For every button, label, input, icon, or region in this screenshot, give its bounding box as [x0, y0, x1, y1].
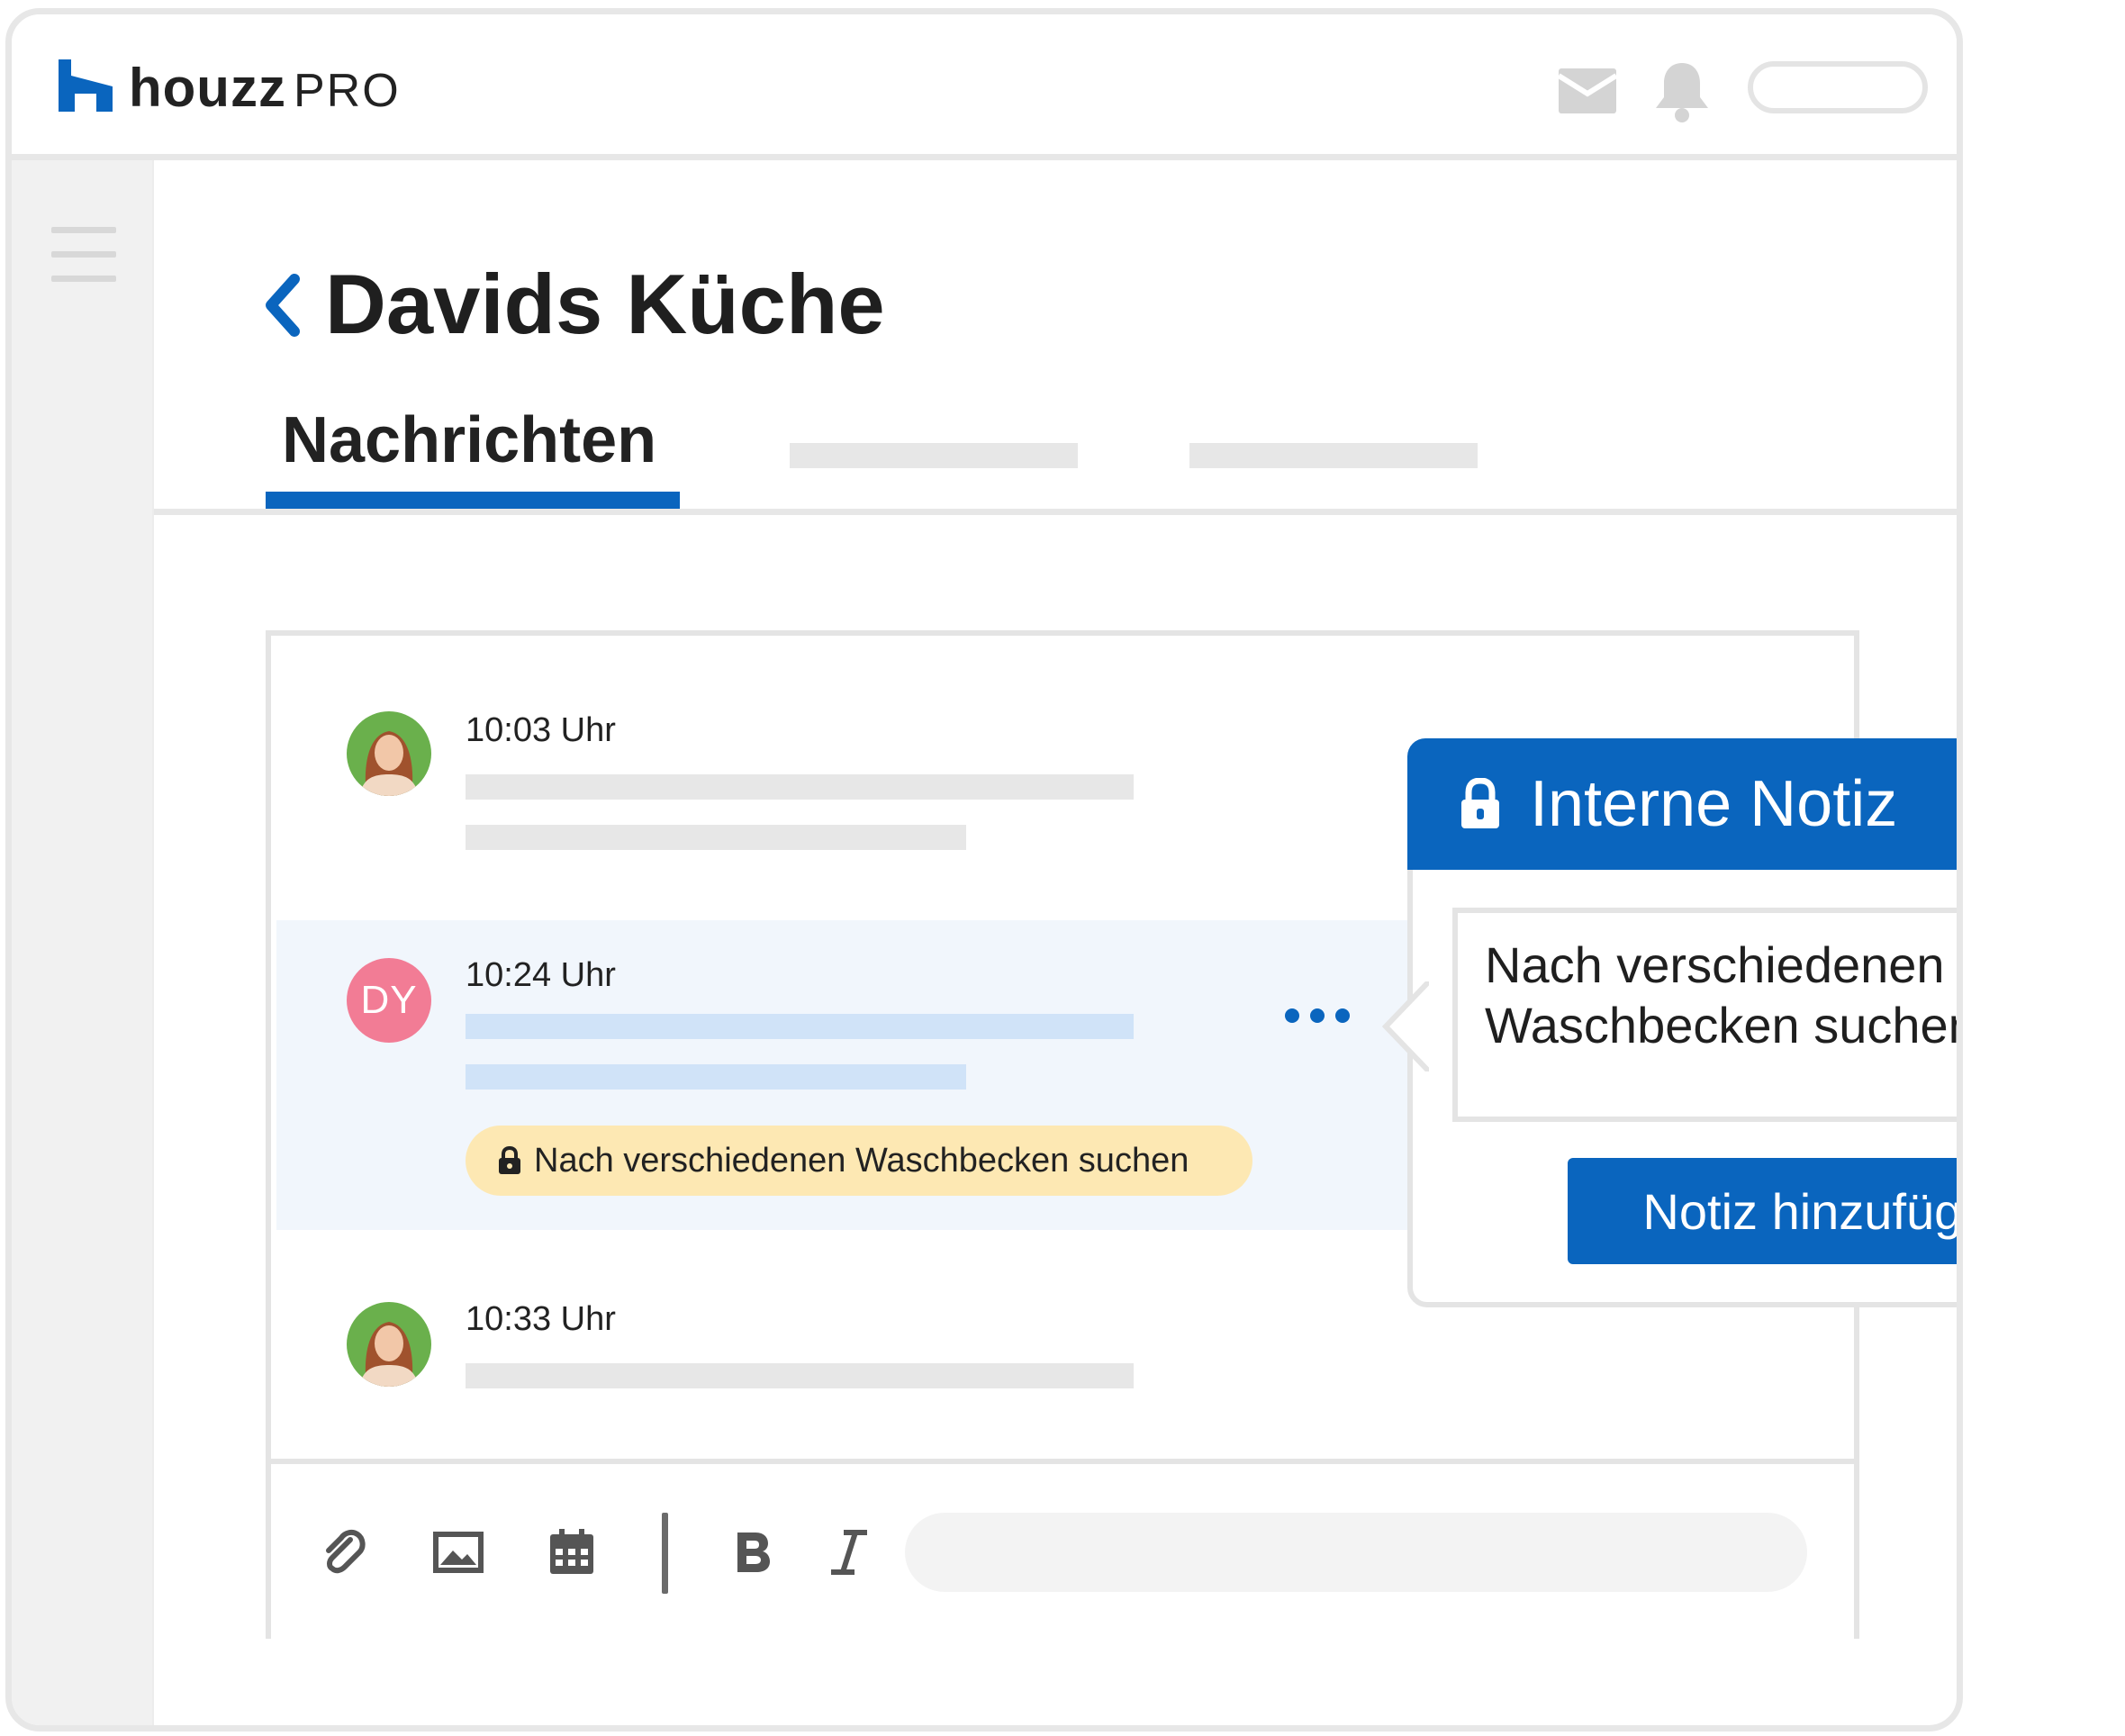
message-time: 10:24 Uhr: [466, 956, 616, 994]
avatar[interactable]: [347, 1302, 431, 1387]
tab-placeholder[interactable]: [1189, 443, 1478, 468]
message-text-placeholder: [466, 1064, 966, 1090]
message-time: 10:03 Uhr: [466, 711, 616, 749]
add-note-button[interactable]: Notiz hinzufügen: [1568, 1158, 1957, 1264]
hamburger-icon[interactable]: [51, 227, 116, 282]
message-input[interactable]: [905, 1513, 1807, 1592]
user-photo-icon: [347, 1302, 431, 1387]
internal-note-chip[interactable]: Nach verschiedenen Waschbecken suchen: [466, 1126, 1252, 1196]
sidebar: [12, 160, 154, 1725]
chevron-left-icon[interactable]: [262, 274, 302, 337]
popover-title: Interne Notiz: [1530, 768, 1898, 840]
lock-icon: [1461, 778, 1499, 828]
message-text-placeholder: [466, 774, 1134, 800]
top-bar: houzz PRO: [12, 14, 1957, 160]
avatar[interactable]: [347, 711, 431, 796]
paperclip-icon[interactable]: [318, 1527, 368, 1578]
calendar-icon[interactable]: [547, 1527, 597, 1578]
mail-icon[interactable]: [1559, 68, 1616, 113]
more-options-icon[interactable]: [1281, 1005, 1353, 1026]
message-text-placeholder: [466, 825, 966, 850]
bell-icon[interactable]: [1652, 59, 1712, 124]
italic-icon[interactable]: [824, 1527, 874, 1578]
user-photo-icon: [347, 711, 431, 796]
toolbar-separator: [662, 1513, 668, 1594]
popover-arrow: [1381, 981, 1434, 1071]
message-text-placeholder: [466, 1363, 1134, 1388]
message-time: 10:33 Uhr: [466, 1300, 616, 1338]
avatar-initials[interactable]: DY: [347, 958, 431, 1043]
app-window: houzz PRO Davids Küche Nachrichten 10:03…: [5, 8, 1963, 1731]
bold-icon[interactable]: [727, 1527, 777, 1578]
houzz-h-icon[interactable]: [59, 59, 113, 112]
internal-note-popover: Interne Notiz Nach verschiedenen Waschbe…: [1381, 738, 1957, 1307]
message-text-placeholder: [466, 1014, 1134, 1039]
image-icon[interactable]: [433, 1527, 484, 1578]
tab-nachrichten[interactable]: Nachrichten: [282, 406, 656, 475]
note-chip-text: Nach verschiedenen Waschbecken suchen: [534, 1141, 1189, 1180]
tabs-divider: [154, 509, 1957, 515]
tab-placeholder[interactable]: [790, 443, 1078, 468]
composer-toolbar: [271, 1459, 1854, 1639]
popover-header: Interne Notiz: [1407, 738, 1957, 870]
search-pill[interactable]: [1748, 61, 1928, 113]
note-textarea[interactable]: Nach verschiedenen Waschbecken suchen: [1452, 908, 1957, 1122]
page-title: Davids Küche: [325, 257, 885, 351]
brand-logo-text[interactable]: houzz PRO: [129, 61, 401, 115]
lock-icon: [499, 1146, 520, 1174]
